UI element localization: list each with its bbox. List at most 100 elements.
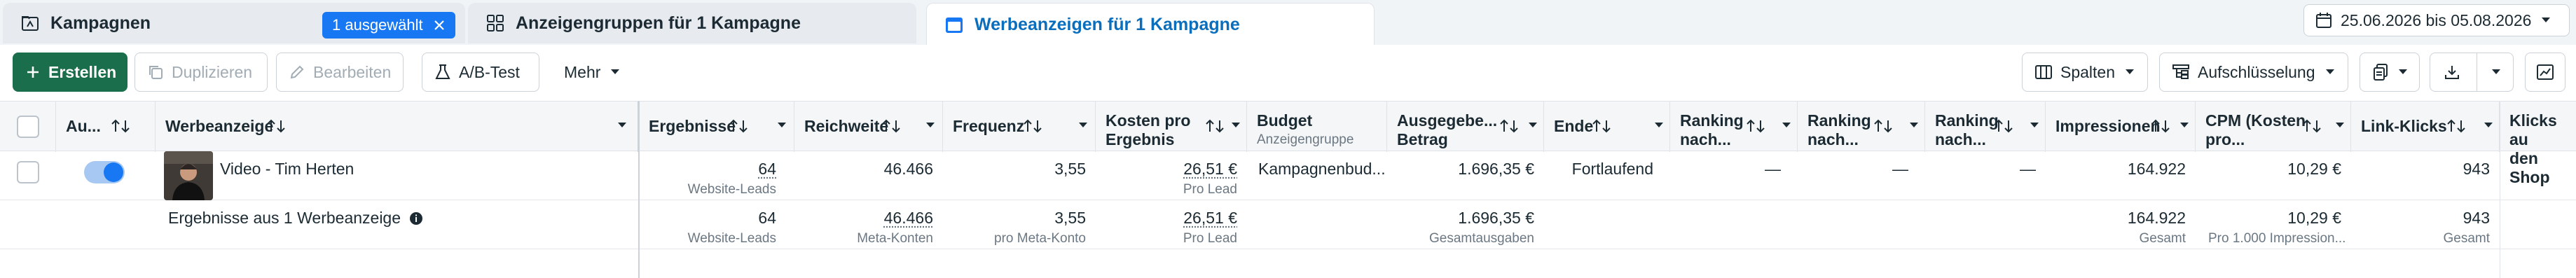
results-sub: Website-Leads (687, 182, 776, 197)
header-cost-per-result[interactable]: Kosten pro Ergebnis (1096, 102, 1247, 152)
column-menu-caret[interactable] (778, 123, 786, 127)
header-end[interactable]: Ende (1544, 102, 1670, 152)
select-all-checkbox[interactable] (17, 116, 39, 138)
summary-frequency-sub: pro Meta-Konto (994, 231, 1086, 246)
spent-value: 1.696,35 € (1458, 160, 1534, 178)
date-range-picker[interactable]: 25.06.2026 bis 05.08.2026 (2303, 4, 2570, 36)
ad-status-toggle[interactable] (84, 161, 125, 183)
summary-spent-value: 1.696,35 € (1458, 209, 1534, 227)
sort-icon[interactable] (881, 118, 901, 134)
header-ranking-3[interactable]: Ranking nach... (1925, 102, 2046, 152)
sort-icon[interactable] (2446, 118, 2466, 134)
ad-thumbnail[interactable] (164, 151, 213, 200)
header-budget[interactable]: Budget Anzeigengruppe (1247, 102, 1387, 152)
summary-results-value: 64 (758, 209, 776, 227)
adset-grid-icon (486, 14, 504, 32)
header-spent[interactable]: Ausgegebe... Betrag (1387, 102, 1544, 152)
sort-icon[interactable] (2302, 118, 2322, 134)
column-menu-caret[interactable] (926, 123, 935, 127)
header-rank2-label-1: Ranking (1807, 111, 1871, 130)
sort-icon[interactable] (1205, 118, 1225, 134)
column-menu-caret[interactable] (1529, 123, 1537, 127)
column-menu-caret[interactable] (1232, 123, 1240, 127)
sort-icon[interactable] (1592, 118, 1611, 134)
sort-icon[interactable] (1023, 118, 1042, 134)
header-budget-label: Budget (1257, 111, 1313, 130)
column-menu-caret[interactable] (1782, 123, 1791, 127)
header-ranking-2[interactable]: Ranking nach... (1798, 102, 1925, 152)
summary-label-text: Ergebnisse aus 1 Werbeanzeige (168, 209, 401, 227)
reports-button[interactable] (2360, 53, 2420, 92)
table-row[interactable]: Video - Tim Herten 64 Website-Leads 46.4… (0, 151, 2576, 200)
sort-icon[interactable] (111, 118, 130, 134)
column-menu-caret[interactable] (1655, 123, 1663, 127)
export-button[interactable] (2430, 53, 2514, 92)
column-menu-caret[interactable] (2030, 123, 2039, 127)
plus-icon (26, 65, 40, 79)
chevron-down-icon[interactable] (2491, 69, 2501, 76)
ad-name-link[interactable]: Video - Tim Herten (220, 160, 354, 179)
sort-icon[interactable] (266, 118, 286, 134)
sort-icon[interactable] (1873, 118, 1893, 134)
edit-button[interactable]: Bearbeiten (276, 53, 404, 92)
flask-icon (435, 64, 450, 81)
column-menu-caret[interactable] (1079, 123, 1087, 127)
header-status-label: Au... (66, 117, 101, 135)
duplicate-icon (148, 64, 163, 80)
sort-icon[interactable] (1746, 118, 1765, 134)
summary-impressions-sub: Gesamt (2139, 231, 2186, 246)
breakdown-button[interactable]: Aufschlüsselung (2159, 53, 2348, 92)
duplicate-button[interactable]: Duplizieren (135, 53, 268, 92)
pencil-icon (289, 64, 305, 80)
header-spent-label-2: Betrag (1397, 130, 1448, 148)
column-menu-caret[interactable] (2180, 123, 2189, 127)
sort-icon[interactable] (1994, 118, 2013, 134)
more-button[interactable]: Mehr (553, 53, 636, 92)
tab-ads[interactable]: Werbeanzeigen für 1 Kampagne (926, 3, 1375, 46)
header-cpm[interactable]: CPM (Kosten pro... (2196, 102, 2351, 152)
header-frequency[interactable]: Frequenz (943, 102, 1096, 152)
ab-test-button[interactable]: A/B-Test (422, 53, 539, 92)
tab-campaigns-label: Kampagnen (50, 13, 151, 33)
header-link-clicks[interactable]: Link-Klicks (2351, 102, 2500, 152)
header-rank1-label-1: Ranking (1680, 111, 1744, 130)
calendar-icon (2315, 12, 2332, 29)
header-ranking-1[interactable]: Ranking nach... (1670, 102, 1798, 152)
sort-icon[interactable] (2151, 118, 2170, 134)
column-menu-caret[interactable] (2484, 123, 2493, 127)
campaign-folder-icon (21, 14, 39, 32)
cpm-value: 10,29 € (2287, 160, 2341, 178)
sort-icon[interactable] (1499, 118, 1519, 134)
header-reach[interactable]: Reichweite (794, 102, 943, 152)
header-status[interactable]: Au... (56, 102, 156, 152)
tab-campaigns[interactable]: Kampagnen 1 ausgewählt (3, 3, 465, 43)
ranking-2-value: — (1892, 160, 1908, 178)
selection-badge[interactable]: 1 ausgewählt (322, 12, 455, 39)
column-menu-caret[interactable] (1910, 123, 1918, 127)
ab-test-button-label: A/B-Test (459, 62, 520, 81)
summary-row: Ergebnisse aus 1 Werbeanzeige 64 Website… (0, 200, 2576, 249)
header-spent-label-1: Ausgegebe... (1397, 111, 1498, 130)
columns-button[interactable]: Spalten (2022, 53, 2148, 92)
column-menu-caret[interactable] (618, 123, 626, 127)
row-checkbox[interactable] (17, 161, 39, 183)
header-ad-name[interactable]: Werbeanzeige (156, 102, 639, 152)
header-results-label: Ergebnisse (649, 117, 736, 135)
header-impressions[interactable]: Impressionen (2046, 102, 2196, 152)
create-button[interactable]: Erstellen (13, 53, 128, 92)
summary-link-clicks-sub: Gesamt (2443, 231, 2490, 246)
chart-view-button[interactable] (2525, 53, 2565, 92)
header-shop-clicks-label-1: Klicks au (2509, 111, 2557, 148)
sort-icon[interactable] (729, 118, 748, 134)
header-budget-sub: Anzeigengruppe (1257, 132, 1354, 147)
column-menu-caret[interactable] (2336, 123, 2344, 127)
header-results[interactable]: Ergebnisse (639, 102, 794, 152)
header-shop-clicks[interactable]: Klicks au den Shop (2500, 102, 2576, 186)
tab-ad-sets[interactable]: Anzeigengruppen für 1 Kampagne (468, 3, 916, 43)
header-cost-label-2: Ergebnis (1106, 130, 1175, 148)
close-icon[interactable] (430, 16, 448, 34)
tab-ad-sets-label: Anzeigengruppen für 1 Kampagne (516, 13, 801, 33)
info-icon[interactable] (409, 211, 423, 225)
end-value: Fortlaufend (1571, 160, 1653, 178)
cost-per-result-value: 26,51 € (1183, 160, 1237, 178)
